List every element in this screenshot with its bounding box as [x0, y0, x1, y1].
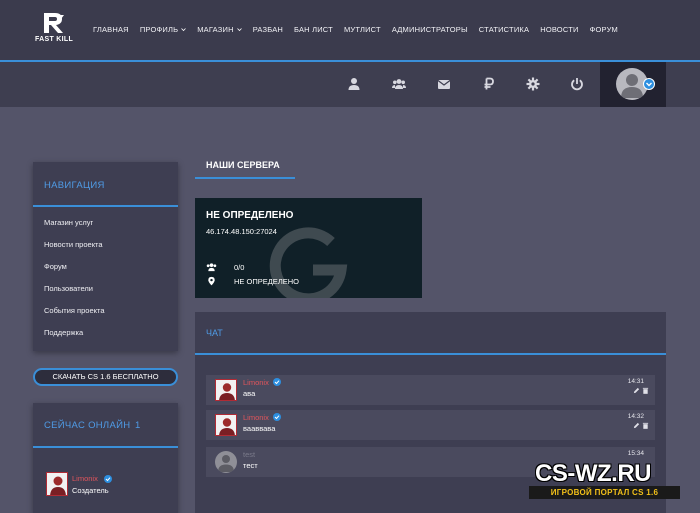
- avatar-placeholder-icon: [218, 455, 234, 472]
- online-count: 1: [135, 420, 141, 431]
- sidebar-item-shop[interactable]: Магазин услуг: [44, 218, 93, 227]
- delete-icon[interactable]: [642, 422, 649, 429]
- online-user-name[interactable]: Limonix: [72, 474, 98, 483]
- tab-servers[interactable]: НАШИ СЕРВЕРА: [195, 152, 295, 179]
- nav-item-mutelist[interactable]: МУТЛИСТ: [344, 25, 381, 34]
- nav-item-label: МУТЛИСТ: [343, 25, 381, 34]
- nav-item-banlist[interactable]: БАН ЛИСТ: [294, 25, 333, 34]
- mail-icon[interactable]: [437, 77, 451, 91]
- message-time: 15:34: [627, 450, 644, 457]
- message-text: вааввава: [243, 424, 276, 433]
- nav-item-stats[interactable]: СТАТИСТИКА: [479, 25, 529, 34]
- sidebar-item-forum[interactable]: Форум: [44, 262, 67, 271]
- server-name: НЕ ОПРЕДЕЛЕНО: [206, 210, 294, 221]
- message-time: 14:31: [627, 378, 644, 385]
- chat-title: ЧАТ: [206, 328, 223, 338]
- message-avatar[interactable]: [215, 414, 237, 436]
- nav-item-label: ПРОФИЛЬ: [139, 25, 179, 34]
- nav-item-label: МАГАЗИН: [197, 25, 234, 34]
- nav-item-forum[interactable]: ФОРУМ: [590, 25, 618, 34]
- players-icon: [206, 263, 217, 272]
- map-marker-icon: [208, 276, 215, 286]
- sidebar-item-users[interactable]: Пользователи: [44, 284, 93, 293]
- user-portrait-icon: [216, 380, 236, 400]
- sidebar-item-support[interactable]: Поддержка: [44, 328, 83, 337]
- logo-text: FAST KILL: [34, 36, 74, 43]
- nav-item-label: АДМИНИСТРАТОРЫ: [391, 25, 468, 34]
- edit-icon[interactable]: [633, 387, 640, 394]
- ruble-icon[interactable]: [482, 77, 496, 91]
- nav-item-label: ГЛАВНАЯ: [93, 25, 129, 34]
- user-menu-dropdown-icon[interactable]: [643, 78, 655, 90]
- navigation-title: НАВИГАЦИЯ: [44, 180, 105, 191]
- download-cs-button[interactable]: СКАЧАТЬ CS 1.6 БЕСПЛАТНО: [33, 368, 178, 386]
- chevron-down-icon: [236, 28, 242, 32]
- top-navbar: FAST KILL ГЛАВНАЯ ПРОФИЛЬ МАГАЗИН РАЗБАН…: [0, 0, 700, 60]
- chat-title-underline: [195, 353, 666, 355]
- nav-item-shop[interactable]: МАГАЗИН: [197, 25, 242, 34]
- nav-item-label: ФОРУМ: [589, 25, 618, 34]
- message-author[interactable]: Limonix: [243, 378, 269, 387]
- verified-icon: [104, 475, 112, 483]
- power-icon[interactable]: [570, 77, 584, 91]
- message-author[interactable]: Limonix: [243, 413, 269, 422]
- nav-item-unban[interactable]: РАЗБАН: [253, 25, 283, 34]
- nav-item-profile[interactable]: ПРОФИЛЬ: [139, 25, 187, 34]
- logo-mark-icon: [44, 13, 64, 33]
- nav-item-home[interactable]: ГЛАВНАЯ: [93, 25, 129, 34]
- nav-item-news[interactable]: НОВОСТИ: [540, 25, 578, 34]
- user-portrait-icon: [216, 415, 236, 435]
- message-text: ава: [243, 389, 256, 398]
- site-logo[interactable]: FAST KILL: [32, 12, 76, 48]
- edit-icon[interactable]: [633, 422, 640, 429]
- watermark-title: CS-WZ.RU: [535, 460, 651, 487]
- message-avatar[interactable]: [215, 451, 237, 473]
- server-map: НЕ ОПРЕДЕЛЕНО: [234, 277, 299, 286]
- message-text: тест: [243, 461, 258, 470]
- online-title: СЕЙЧАС ОНЛАЙН: [44, 420, 131, 431]
- nav-item-admins[interactable]: АДМИНИСТРАТОРЫ: [392, 25, 468, 34]
- watermark-subtitle: ИГРОВОЙ ПОРТАЛ CS 1.6: [529, 486, 680, 499]
- tab-servers-underline: [195, 177, 295, 179]
- online-user-avatar[interactable]: [46, 472, 68, 496]
- main-nav: ГЛАВНАЯ ПРОФИЛЬ МАГАЗИН РАЗБАН БАН ЛИСТ …: [93, 25, 618, 34]
- nav-item-label: НОВОСТИ: [540, 25, 579, 34]
- online-user-role: Создатель: [72, 486, 109, 495]
- nav-item-label: БАН ЛИСТ: [294, 25, 333, 34]
- online-title-underline: [33, 446, 178, 448]
- verified-icon: [273, 378, 281, 386]
- sidebar-item-news[interactable]: Новости проекта: [44, 240, 103, 249]
- sidebar-item-events[interactable]: События проекта: [44, 306, 105, 315]
- delete-icon[interactable]: [642, 387, 649, 394]
- message-avatar[interactable]: [215, 379, 237, 401]
- site-watermark: CS-WZ.RU ИГРОВОЙ ПОРТАЛ CS 1.6: [529, 458, 680, 500]
- tab-servers-label: НАШИ СЕРВЕРА: [206, 160, 280, 170]
- server-players: 0/0: [234, 263, 245, 272]
- users-icon[interactable]: [392, 77, 406, 91]
- nav-item-label: СТАТИСТИКА: [478, 25, 530, 34]
- user-portrait-icon: [47, 473, 67, 495]
- message-time: 14:32: [627, 413, 644, 420]
- user-icon[interactable]: [347, 77, 361, 91]
- verified-icon: [273, 413, 281, 421]
- chat-message: Limonix вааввава 14:32: [206, 410, 655, 440]
- gear-icon[interactable]: [526, 77, 540, 91]
- chat-message: Limonix ава 14:31: [206, 375, 655, 405]
- nav-item-label: РАЗБАН: [252, 25, 284, 34]
- message-author[interactable]: test: [243, 450, 255, 459]
- server-card[interactable]: НЕ ОПРЕДЕЛЕНО 46.174.48.150:27024 0/0 НЕ…: [195, 198, 422, 298]
- navigation-title-underline: [33, 205, 178, 207]
- chevron-down-icon: [181, 28, 187, 32]
- server-ip[interactable]: 46.174.48.150:27024: [206, 227, 277, 236]
